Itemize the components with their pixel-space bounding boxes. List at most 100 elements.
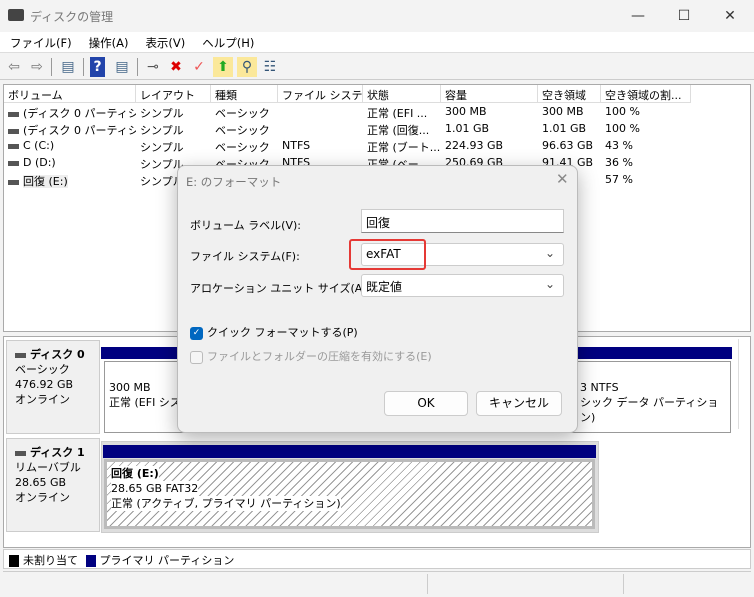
column-type[interactable]: 種類: [211, 85, 278, 103]
table-cell: 100 %: [601, 104, 691, 121]
table-cell: 224.93 GB: [441, 138, 538, 155]
cancel-button[interactable]: キャンセル: [476, 391, 562, 416]
cell-text: ベーシック: [215, 107, 270, 120]
title-bar: ディスクの管理 — ☐ ✕: [0, 0, 754, 32]
separator: [51, 58, 52, 76]
cell-text: 36 %: [605, 156, 633, 169]
volume-icon: [8, 160, 19, 166]
cell-text: 100 %: [605, 105, 640, 118]
table-cell: 回復 (E:): [4, 172, 136, 189]
cell-text: D (D:): [23, 156, 56, 169]
column-free[interactable]: 空き領域: [538, 85, 601, 103]
table-cell: NTFS: [278, 138, 363, 155]
ok-button[interactable]: OK: [384, 391, 468, 416]
volume-icon: [8, 111, 19, 117]
highlight-box: [349, 239, 426, 270]
compression-checkbox[interactable]: ファイルとフォルダーの圧縮を有効にする(E): [190, 348, 432, 364]
table-cell: 57 %: [601, 172, 691, 189]
minimize-button[interactable]: —: [618, 4, 658, 28]
cell-text: (ディスク 0 パーティシ...: [23, 124, 136, 137]
filesystem-label: ファイル システム(F):: [190, 250, 300, 263]
column-layout[interactable]: レイアウト: [136, 85, 211, 103]
cell-text: 300 MB: [542, 105, 584, 118]
volume-label-input[interactable]: 回復: [361, 209, 564, 233]
partition-size: 3 NTFS: [580, 381, 619, 394]
table-cell: シンプル: [136, 104, 211, 121]
partition-status: シック データ パーティション): [580, 396, 719, 424]
cell-text: 96.63 GB: [542, 139, 594, 152]
partition-e-selected[interactable]: 回復 (E:) 28.65 GB FAT32 正常 (アクティブ, プライマリ …: [104, 459, 595, 529]
disk-type: リムーバブル: [15, 461, 81, 474]
allocation-unit-select[interactable]: 既定値 ⌄: [361, 274, 564, 297]
forward-icon[interactable]: ⇨: [27, 57, 47, 77]
connect-icon[interactable]: ⊸: [143, 57, 163, 77]
unallocated-swatch: [9, 555, 19, 567]
cell-text: 1.01 GB: [542, 122, 587, 135]
help-icon[interactable]: ?: [90, 57, 105, 77]
table-row[interactable]: (ディスク 0 パーティシ... シンプル ベーシック 正常 (EFI ... 300 …: [4, 104, 750, 121]
divider: [427, 574, 428, 594]
disk-size: 476.92 GB: [15, 378, 74, 391]
partition-size: 28.65 GB FAT32: [111, 481, 199, 496]
table-cell: (ディスク 0 パーティシ...: [4, 104, 136, 121]
menu-action[interactable]: 操作(A): [79, 32, 136, 51]
table-row[interactable]: C (C:) シンプル ベーシック NTFS 正常 (ブート... 224.93 GB 96…: [4, 138, 750, 155]
menu-view[interactable]: 表示(V): [135, 32, 192, 51]
folder-search-icon[interactable]: ⚲: [237, 57, 257, 77]
table-cell: (ディスク 0 パーティシ...: [4, 121, 136, 138]
cell-text: ベーシック: [215, 124, 270, 137]
table-row[interactable]: (ディスク 0 パーティシ... シンプル ベーシック 正常 (回復... 1.01 G…: [4, 121, 750, 138]
maximize-button[interactable]: ☐: [664, 4, 704, 28]
console-tree-icon[interactable]: ▤: [58, 57, 78, 77]
menu-help[interactable]: ヘルプ(H): [192, 32, 261, 51]
close-button[interactable]: ✕: [710, 4, 750, 28]
folder-up-icon[interactable]: ⬆: [213, 57, 233, 77]
allocation-unit-label: アロケーション ユニット サイズ(A):: [190, 282, 371, 295]
table-cell: 36 %: [601, 155, 691, 172]
action-pane-icon[interactable]: ▤: [112, 57, 132, 77]
separator: [137, 58, 138, 76]
menu-file[interactable]: ファイル(F): [0, 32, 79, 51]
table-cell: [278, 121, 363, 138]
scrollbar[interactable]: [738, 339, 746, 429]
properties-icon[interactable]: ✓: [189, 57, 209, 77]
table-cell: 正常 (回復...: [363, 121, 441, 138]
disk-management-icon: [8, 9, 24, 21]
allocation-unit-value: 既定値: [366, 280, 403, 294]
disk-icon: [15, 352, 26, 358]
chevron-down-icon: ⌄: [544, 277, 555, 291]
delete-icon[interactable]: ✖: [166, 57, 186, 77]
disk-icon: [15, 450, 26, 456]
cell-text: 300 MB: [445, 105, 487, 118]
legend: 未割り当て プライマリ パーティション: [3, 549, 751, 569]
disk-0-label[interactable]: ディスク 0 ベーシック 476.92 GB オンライン: [6, 340, 100, 434]
column-volume[interactable]: ボリューム: [4, 85, 136, 103]
table-cell: 正常 (ブート...: [363, 138, 441, 155]
column-capacity[interactable]: 容量: [441, 85, 538, 103]
checklist-icon[interactable]: ☷: [260, 57, 280, 77]
legend-primary: プライマリ パーティション: [99, 554, 235, 567]
table-cell: 1.01 GB: [538, 121, 601, 138]
partition-status: 正常 (アクティブ, プライマリ パーティション): [111, 496, 341, 511]
table-cell: [278, 104, 363, 121]
dialog-close-button[interactable]: ✕: [556, 170, 569, 188]
table-cell: 96.63 GB: [538, 138, 601, 155]
volume-icon: [8, 179, 19, 185]
back-icon[interactable]: ⇦: [4, 57, 24, 77]
checkbox-box: [190, 350, 203, 364]
table-cell: C (C:): [4, 138, 136, 155]
table-cell: ベーシック: [211, 121, 278, 138]
column-filesystem[interactable]: ファイル システム: [278, 85, 363, 103]
cell-text: 正常 (ブート...: [367, 141, 441, 154]
table-cell: ベーシック: [211, 138, 278, 155]
column-status[interactable]: 状態: [363, 85, 441, 103]
column-free-percent[interactable]: 空き領域の割...: [601, 85, 691, 103]
divider: [623, 574, 624, 594]
status-bar: [3, 571, 751, 595]
checkmark-icon: ✓: [190, 326, 203, 340]
quick-format-label: クイック フォーマットする(P): [207, 326, 358, 339]
quick-format-checkbox[interactable]: ✓ クイック フォーマットする(P): [190, 324, 358, 340]
disk-1-label[interactable]: ディスク 1 リムーバブル 28.65 GB オンライン: [6, 438, 100, 532]
cell-text: 回復 (E:): [23, 175, 68, 188]
table-cell: 100 %: [601, 121, 691, 138]
